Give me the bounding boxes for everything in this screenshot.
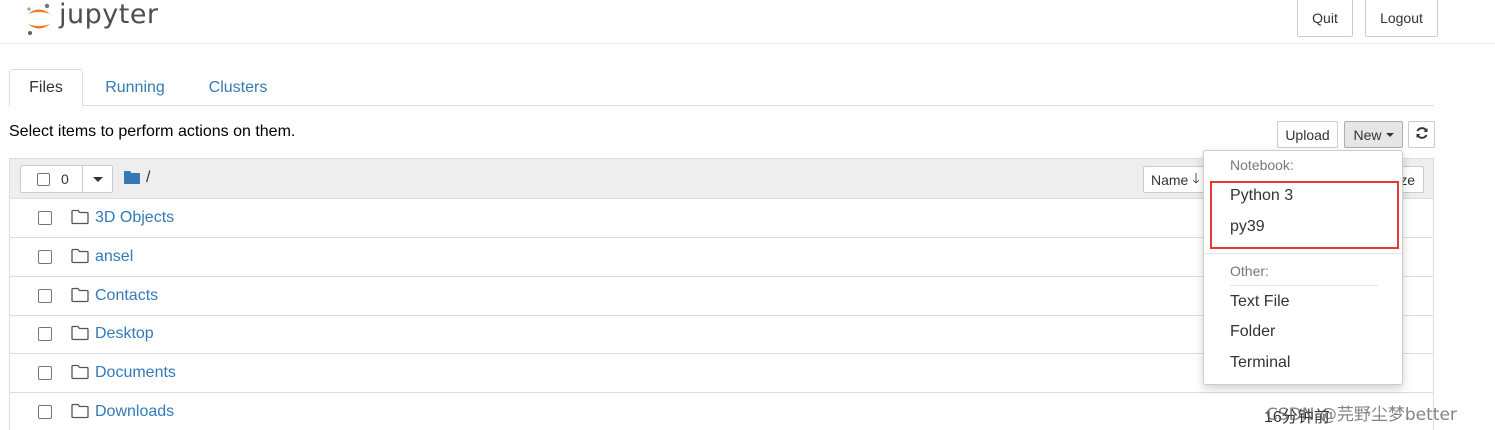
- refresh-icon: [1415, 126, 1429, 143]
- folder-outline-icon: [71, 248, 89, 264]
- row-checkbox[interactable]: [38, 250, 52, 264]
- folder-outline-icon: [71, 325, 89, 341]
- annotation-highlight-box: [1210, 181, 1399, 249]
- new-button-label: New: [1353, 126, 1382, 143]
- refresh-button[interactable]: [1408, 121, 1435, 148]
- select-menu-caret-icon[interactable]: [93, 177, 103, 182]
- watermark: CSDN @芫野尘梦better: [1266, 405, 1457, 425]
- notebook-section-header: Notebook:: [1230, 157, 1294, 173]
- other-section-header: Other:: [1230, 263, 1269, 279]
- menu-item-folder[interactable]: Folder: [1230, 323, 1275, 341]
- file-name-link[interactable]: Desktop: [95, 325, 154, 343]
- new-button[interactable]: New: [1344, 121, 1403, 148]
- folder-outline-icon: [71, 364, 89, 380]
- tab-clusters[interactable]: Clusters: [196, 69, 280, 106]
- arrow-down-icon: 🡓: [1192, 169, 1200, 186]
- select-all-checkbox[interactable]: [37, 173, 50, 186]
- tab-files[interactable]: Files: [9, 69, 83, 107]
- folder-outline-icon: [71, 287, 89, 303]
- selection-hint: Select items to perform actions on them.: [9, 123, 296, 140]
- menu-item-text-file[interactable]: Text File: [1230, 293, 1290, 311]
- breadcrumb-path[interactable]: /: [146, 169, 150, 187]
- menu-item-terminal[interactable]: Terminal: [1230, 354, 1290, 372]
- selected-count: 0: [61, 171, 69, 187]
- row-checkbox[interactable]: [38, 327, 52, 341]
- tab-bar: Files Running Clusters: [9, 69, 1434, 107]
- divider: [82, 166, 83, 192]
- folder-outline-icon: [71, 403, 89, 419]
- folder-outline-icon: [71, 209, 89, 225]
- upload-button[interactable]: Upload: [1277, 121, 1338, 148]
- file-name-link[interactable]: ansel: [95, 248, 133, 266]
- caret-down-icon: [1385, 132, 1394, 137]
- jupyter-logo-icon: [25, 2, 53, 38]
- row-checkbox[interactable]: [38, 405, 52, 419]
- menu-divider: [1204, 253, 1402, 254]
- sort-name-label: Name: [1151, 171, 1189, 188]
- row-checkbox[interactable]: [38, 289, 52, 303]
- logo-text: jupyter: [59, 0, 159, 30]
- row-checkbox[interactable]: [38, 211, 52, 225]
- logout-button[interactable]: Logout: [1365, 0, 1438, 37]
- file-name-link[interactable]: Downloads: [95, 403, 174, 421]
- file-name-link[interactable]: 3D Objects: [95, 209, 174, 227]
- file-name-link[interactable]: Contacts: [95, 287, 158, 305]
- tab-running[interactable]: Running: [91, 69, 179, 106]
- jupyter-logo[interactable]: jupyter: [25, 0, 159, 40]
- folder-icon[interactable]: [124, 171, 140, 184]
- app-header: jupyter Quit Logout: [0, 0, 1495, 44]
- menu-subdivider: [1230, 285, 1378, 286]
- select-all-control[interactable]: 0: [20, 165, 113, 193]
- quit-button[interactable]: Quit: [1297, 0, 1353, 37]
- row-checkbox[interactable]: [38, 366, 52, 380]
- list-item[interactable]: Downloads 16分钟前: [10, 393, 1433, 430]
- file-name-link[interactable]: Documents: [95, 364, 176, 382]
